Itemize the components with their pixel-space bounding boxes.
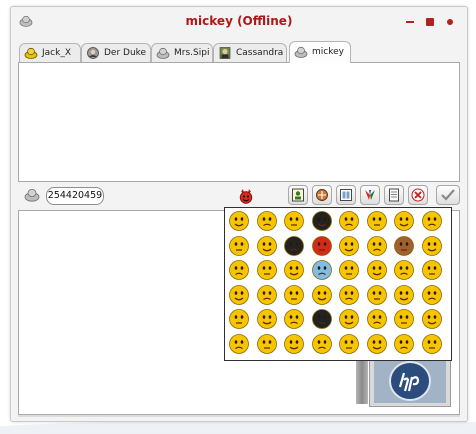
emoticon-winking[interactable] (393, 210, 415, 232)
scrollbar[interactable] (356, 359, 368, 404)
phone-number-field[interactable]: 254420459 (46, 187, 104, 205)
cancel-button[interactable] (408, 185, 428, 205)
emoticon-bomb[interactable] (311, 308, 333, 330)
emoticon-picker (224, 207, 452, 361)
minimize-icon[interactable] (405, 17, 415, 27)
tab-label: mickey (312, 47, 344, 57)
emoticon-tanned[interactable] (393, 235, 415, 257)
emoticon-flower[interactable] (393, 333, 415, 355)
emoticon-bored[interactable] (256, 235, 278, 257)
contact-avatar (369, 355, 451, 407)
hp-logo-icon (374, 359, 446, 403)
yellow-contact-icon (24, 47, 38, 59)
emoticon-red-devil[interactable] (311, 235, 333, 257)
emoticon-nerd[interactable] (338, 284, 360, 306)
person-avatar-icon (219, 47, 231, 59)
tab-cassandra[interactable]: Cassandra (213, 43, 287, 62)
emoticon-ninja[interactable] (283, 235, 305, 257)
send-check-icon (441, 189, 455, 201)
tab-der-duke[interactable]: Der Duke (81, 43, 151, 62)
tab-jack-x[interactable]: Jack_X (19, 43, 81, 62)
emoticon-bashful[interactable] (256, 333, 278, 355)
emoticon-thinking[interactable] (311, 333, 333, 355)
emoticon-surprised[interactable] (228, 235, 250, 257)
devil-emoticon-icon[interactable] (238, 188, 254, 204)
emoticon-blush[interactable] (283, 210, 305, 232)
tab-label: Cassandra (236, 48, 284, 58)
media-button[interactable] (336, 185, 356, 205)
colors-icon (365, 190, 375, 200)
emoticon-sick[interactable] (228, 284, 250, 306)
emoticon-sly[interactable] (338, 259, 360, 281)
emoticon-cool[interactable] (228, 308, 250, 330)
contact-tabs: Jack_X Der Duke Mrs.Sipi Cassandra micke… (19, 41, 459, 63)
contact-card-button[interactable] (288, 185, 308, 205)
emoticon-stripes[interactable] (283, 259, 305, 281)
tab-mickey[interactable]: mickey (289, 41, 351, 63)
tab-label: Jack_X (42, 48, 71, 58)
emoticon-happy[interactable] (338, 210, 360, 232)
tab-label: Mrs.Sipi (174, 48, 210, 58)
title-bar[interactable]: mickey (Offline) (11, 7, 467, 37)
tab-label: Der Duke (104, 48, 147, 58)
emoticon-tongue[interactable] (421, 259, 443, 281)
emoticon-cheering[interactable] (366, 333, 388, 355)
emoticon-grin[interactable] (366, 259, 388, 281)
grey-contact-icon (294, 46, 308, 58)
emoticon-crazy[interactable] (338, 308, 360, 330)
emoticon-scared[interactable] (421, 284, 443, 306)
emoticon-content[interactable] (228, 333, 250, 355)
emoticon-puzzled[interactable] (311, 284, 333, 306)
status-icon[interactable] (24, 188, 40, 202)
emoticon-sad[interactable] (421, 210, 443, 232)
emoticon-kissing[interactable] (283, 284, 305, 306)
emoticon-shy[interactable] (338, 333, 360, 355)
chat-toolbar: 254420459 (18, 184, 460, 208)
emoticon-clown[interactable] (393, 284, 415, 306)
avatar-photo-icon (87, 47, 99, 59)
bottom-divider (18, 415, 460, 417)
media-icon (340, 189, 352, 201)
emoticon-laughing[interactable] (228, 259, 250, 281)
send-file-button[interactable] (312, 185, 332, 205)
window-title: mickey (Offline) (185, 14, 293, 28)
emoticon-angry[interactable] (256, 210, 278, 232)
emoticon-love[interactable] (283, 333, 305, 355)
emoticon-wink[interactable] (393, 259, 415, 281)
emoticon-cheeky[interactable] (366, 235, 388, 257)
notes-button[interactable] (384, 185, 404, 205)
emoticon-alien[interactable] (311, 210, 333, 232)
emoticon-glad[interactable] (421, 308, 443, 330)
send-button[interactable] (436, 185, 460, 205)
emoticon-smile[interactable] (228, 210, 250, 232)
emoticon-teeth[interactable] (283, 308, 305, 330)
message-history[interactable] (18, 62, 460, 182)
emoticon-frown[interactable] (338, 235, 360, 257)
emoticon-ice-cube[interactable] (311, 259, 333, 281)
emoticon-blank[interactable] (366, 308, 388, 330)
emoticon-sleepy[interactable] (256, 308, 278, 330)
emoticon-dots[interactable] (421, 333, 443, 355)
emoticon-confused[interactable] (256, 284, 278, 306)
grey-contact-icon (156, 47, 170, 59)
contact-card-icon (292, 188, 304, 202)
close-icon (411, 188, 425, 202)
emoticon-devil[interactable] (366, 210, 388, 232)
close-window-icon[interactable] (445, 17, 455, 27)
maximize-icon[interactable] (425, 17, 435, 27)
emoticon-crying[interactable] (421, 235, 443, 257)
colors-button[interactable] (360, 185, 380, 205)
emoticon-whistle[interactable] (393, 308, 415, 330)
emoticon-dizzy[interactable] (366, 284, 388, 306)
emoticon-shocked[interactable] (256, 259, 278, 281)
tab-mrs-sipi[interactable]: Mrs.Sipi (151, 43, 213, 62)
send-file-icon (316, 189, 328, 201)
notes-icon (389, 188, 399, 202)
